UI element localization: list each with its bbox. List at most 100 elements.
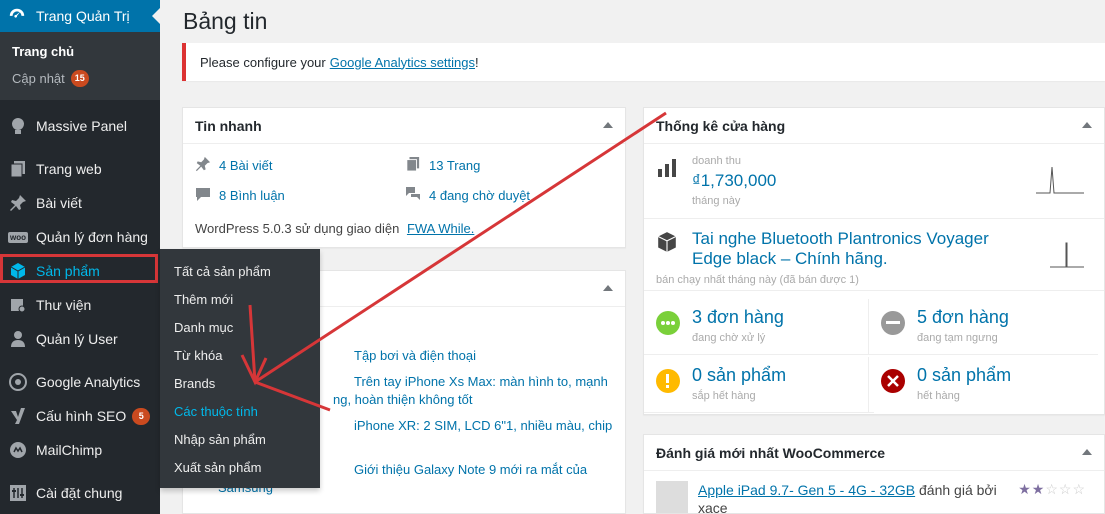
dashboard-submenu: Trang chủ Cập nhật 15 xyxy=(0,32,160,100)
flyout-add-new[interactable]: Thêm mới xyxy=(160,285,320,313)
submenu-updates[interactable]: Cập nhật 15 xyxy=(0,65,160,92)
glance-posts-label: 4 Bài viết xyxy=(219,158,273,173)
analytics-notice: Please configure your Google Analytics s… xyxy=(182,43,1105,81)
glance-header[interactable]: Tin nhanh xyxy=(183,108,625,144)
orders-onhold-cell[interactable]: 5 đơn hàng đang tạm ngưng xyxy=(868,299,1098,355)
orders-processing-cell[interactable]: 3 đơn hàng đang chờ xử lý xyxy=(644,299,874,355)
revenue-period: tháng này xyxy=(692,195,741,207)
notice-settings-link[interactable]: Google Analytics settings xyxy=(330,55,475,70)
menu-pages[interactable]: Trang web xyxy=(0,152,160,186)
menu-massive-panel-label: Massive Panel xyxy=(36,118,128,134)
activity-link[interactable]: Trên tay iPhone Xs Max: màn hình to, mạn… xyxy=(354,373,608,391)
menu-dashboard[interactable]: Trang Quản Trị xyxy=(0,0,160,32)
glance-posts[interactable]: 4 Bài viết xyxy=(195,156,272,175)
activity-link[interactable]: iPhone XR: 2 SIM, LCD 6"1, nhiều màu, ch… xyxy=(354,417,612,435)
menu-mailchimp[interactable]: MailChimp xyxy=(0,433,160,467)
top-seller-row[interactable]: Tai nghe Bluetooth Plantronics Voyager E… xyxy=(644,219,1104,291)
collapse-toggle-icon[interactable] xyxy=(1082,449,1092,455)
revenue-label: doanh thu xyxy=(692,155,741,167)
glance-comments[interactable]: 8 Bình luận xyxy=(195,186,285,205)
menu-users-label: Quản lý User xyxy=(36,331,118,347)
submenu-home[interactable]: Trang chủ xyxy=(0,38,160,65)
review-product-link[interactable]: Apple iPad 9.7- Gen 5 - 4G - 32GB xyxy=(698,482,915,498)
menu-massive-panel[interactable]: Massive Panel xyxy=(0,109,160,143)
glance-pages[interactable]: 13 Trang xyxy=(405,156,480,175)
star-icon: ★ xyxy=(1031,481,1046,497)
collapse-toggle-icon[interactable] xyxy=(1082,122,1092,128)
star-icon: ☆ xyxy=(1045,481,1059,497)
onhold-label: đang tạm ngưng xyxy=(917,332,998,344)
store-stats-widget: Thống kê cửa hàng doanh thu ₫1,730,000 t… xyxy=(643,107,1105,415)
star-icon: ★ xyxy=(1018,481,1032,497)
store-stats-header[interactable]: Thống kê cửa hàng xyxy=(644,108,1104,144)
menu-posts[interactable]: Bài viết xyxy=(0,186,160,220)
menu-seo[interactable]: Cấu hình SEO 5 xyxy=(0,399,160,433)
menu-seo-label: Cấu hình SEO xyxy=(36,408,127,424)
flyout-label: Thêm mới xyxy=(174,291,234,307)
menu-google-analytics[interactable]: Google Analytics xyxy=(0,365,160,399)
out-of-stock-label: hết hàng xyxy=(917,390,960,402)
low-stock-count: 0 sản phẩm xyxy=(692,365,787,385)
pin-icon xyxy=(8,193,28,213)
pages-icon xyxy=(405,156,421,175)
flyout-label: Danh mục xyxy=(174,319,234,335)
revenue-sparkline xyxy=(1036,166,1084,194)
pages-icon xyxy=(8,159,28,179)
activity-link[interactable]: Giới thiệu Galaxy Note 9 mới ra mắt của xyxy=(354,461,587,479)
top-seller-sub: bán chạy nhất tháng này (đã bán được 1) xyxy=(656,274,859,286)
collapse-toggle-icon[interactable] xyxy=(603,122,613,128)
products-flyout-menu: Tất cả sản phẩm Thêm mới Danh mục Từ khó… xyxy=(160,249,320,488)
flyout-categories[interactable]: Danh mục xyxy=(160,313,320,341)
glance-pending-label: 4 đang chờ duyệt xyxy=(429,188,531,203)
store-stats-title: Thống kê cửa hàng xyxy=(656,117,786,134)
notice-text: Please configure your xyxy=(200,54,326,70)
pin-icon xyxy=(195,156,211,175)
processing-dots-icon xyxy=(656,311,680,335)
comment-icon xyxy=(195,186,211,205)
comments-icon xyxy=(405,186,421,205)
activity-link[interactable]: Tập bơi và điện thoại xyxy=(354,347,476,365)
out-of-stock-count: 0 sản phẩm xyxy=(917,365,1012,385)
reviews-title: Đánh giá mới nhất WooCommerce xyxy=(656,444,886,461)
flyout-tags[interactable]: Từ khóa xyxy=(160,341,320,369)
top-seller-product: Tai nghe Bluetooth Plantronics Voyager E… xyxy=(692,229,989,268)
flyout-attributes[interactable]: Các thuộc tính xyxy=(160,397,320,425)
activity-link[interactable]: ng, hoàn thiện không tốt xyxy=(333,391,473,409)
flyout-label: Tất cả sản phẩm xyxy=(174,263,271,279)
flyout-label: Brands xyxy=(174,375,216,391)
menu-orders[interactable]: woo Quản lý đơn hàng xyxy=(0,220,160,254)
menu-media[interactable]: Thư viện xyxy=(0,288,160,322)
submenu-updates-label: Cập nhật xyxy=(12,71,65,86)
menu-users[interactable]: Quản lý User xyxy=(0,322,160,356)
flyout-import[interactable]: Nhập sản phẩm xyxy=(160,425,320,453)
low-stock-cell[interactable]: 0 sản phẩm sắp hết hàng xyxy=(644,357,874,413)
flyout-label: Từ khóa xyxy=(174,347,223,363)
glance-comments-label: 8 Bình luận xyxy=(219,188,285,203)
settings-icon xyxy=(8,483,28,503)
menu-settings[interactable]: Cài đặt chung xyxy=(0,476,160,510)
glance-pending[interactable]: 4 đang chờ duyệt xyxy=(405,186,530,205)
menu-posts-label: Bài viết xyxy=(36,195,82,211)
media-icon xyxy=(8,295,28,315)
onhold-count: 5 đơn hàng xyxy=(917,307,1009,327)
processing-label: đang chờ xử lý xyxy=(692,332,766,344)
yoast-icon xyxy=(8,406,28,426)
glance-widget: Tin nhanh 4 Bài viết 13 Trang 8 Bình luậ… xyxy=(182,107,626,248)
collapse-toggle-icon[interactable] xyxy=(603,285,613,291)
glance-pages-label: 13 Trang xyxy=(429,158,481,173)
dashboard-icon xyxy=(8,6,28,27)
flyout-all-products[interactable]: Tất cả sản phẩm xyxy=(160,257,320,285)
reviews-header[interactable]: Đánh giá mới nhất WooCommerce xyxy=(644,435,1104,471)
mailchimp-icon xyxy=(8,440,28,460)
wp-version-label: WordPress 5.0.3 sử dụng giao diện xyxy=(195,221,400,236)
menu-settings-label: Cài đặt chung xyxy=(36,485,123,501)
current-arrow xyxy=(152,8,160,24)
flyout-brands[interactable]: Brands xyxy=(160,369,320,397)
woo-icon-text: woo xyxy=(8,231,28,243)
theme-link[interactable]: FWA While. xyxy=(407,221,474,236)
revenue-row[interactable]: doanh thu ₫1,730,000 tháng này xyxy=(644,145,1104,219)
out-of-stock-cell[interactable]: 0 sản phẩm hết hàng xyxy=(868,357,1098,413)
menu-dashboard-label: Trang Quản Trị xyxy=(36,8,130,24)
lightbulb-icon xyxy=(8,116,28,136)
flyout-export[interactable]: Xuất sản phẩm xyxy=(160,453,320,481)
